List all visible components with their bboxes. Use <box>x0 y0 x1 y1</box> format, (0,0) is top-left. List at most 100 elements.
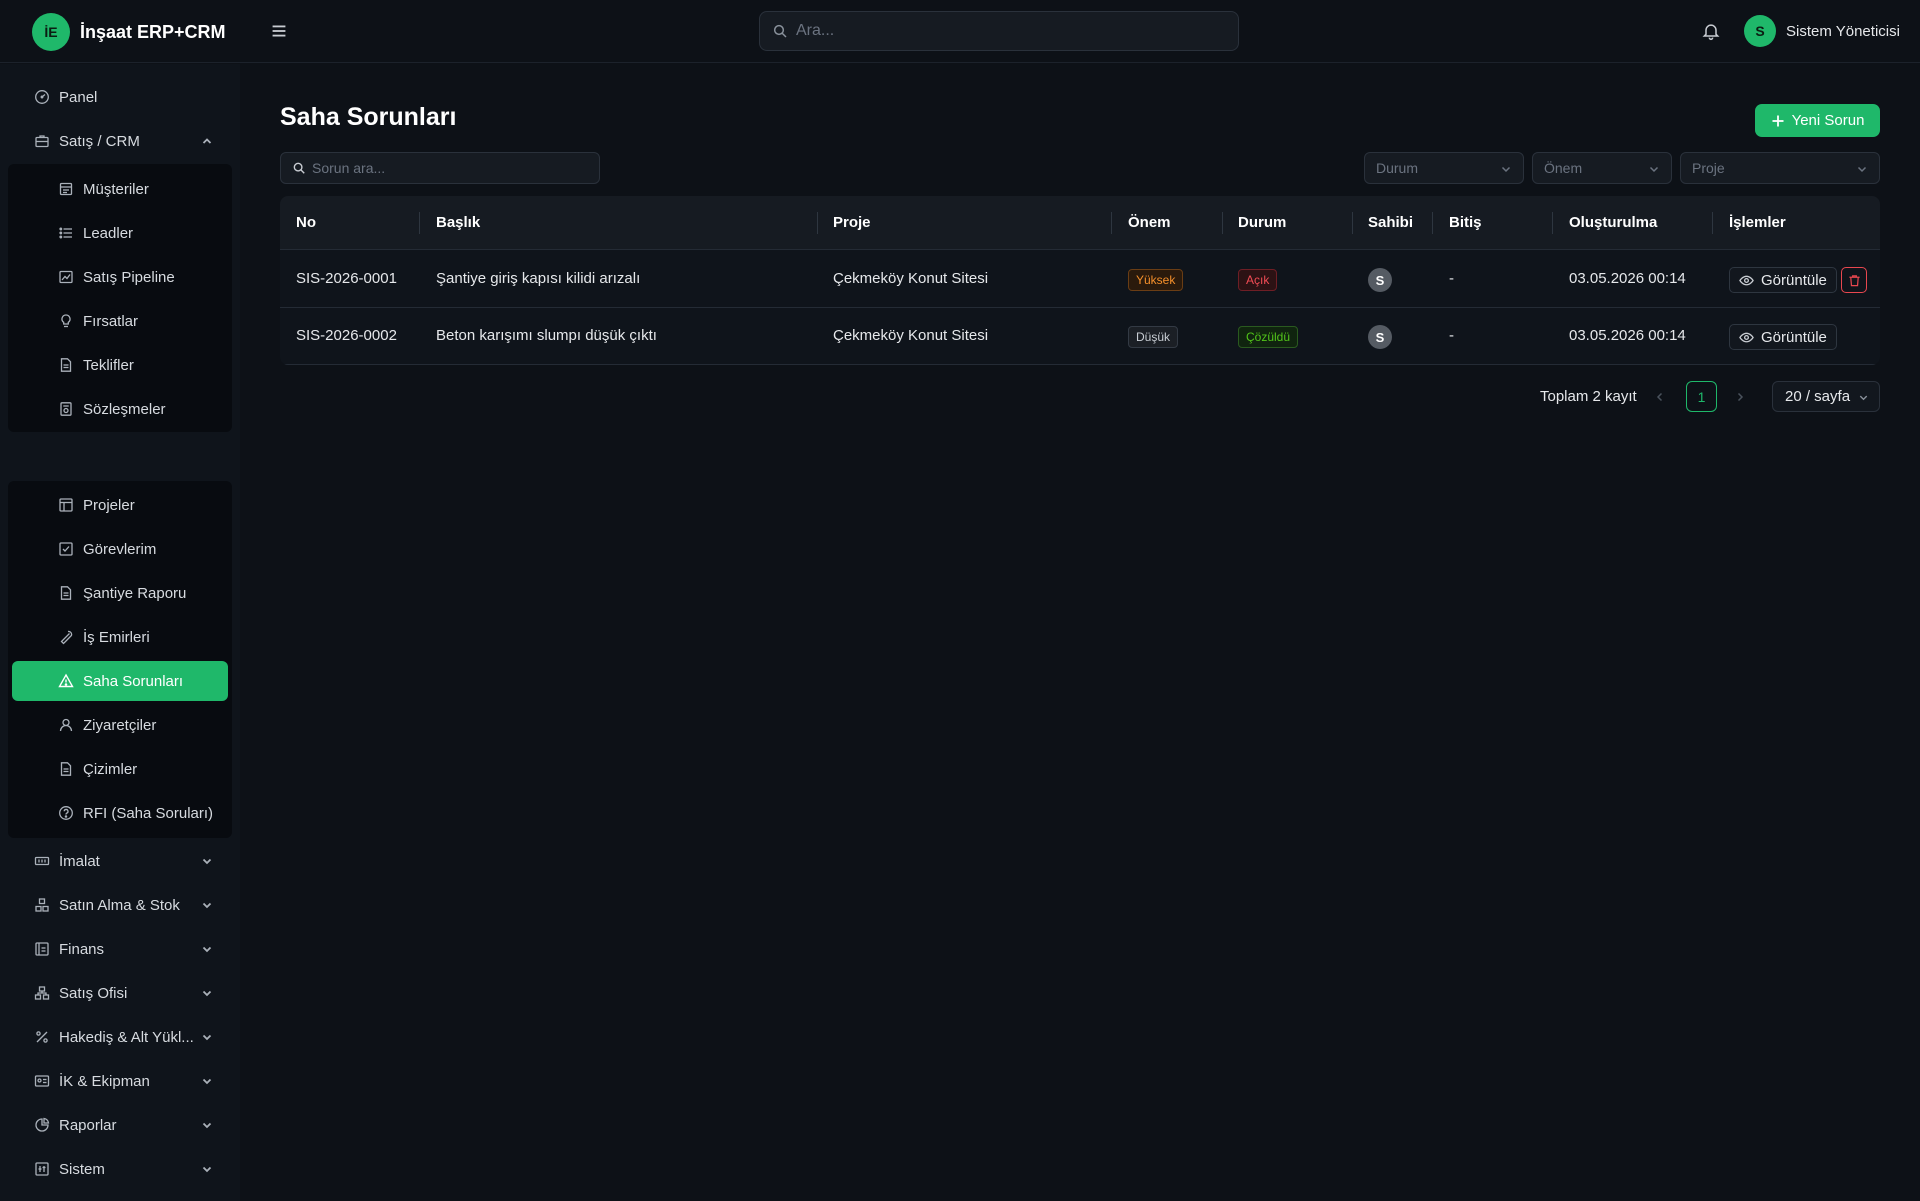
file-icon <box>58 357 74 373</box>
sidebar-item-satis-pipeline[interactable]: Satış Pipeline <box>58 257 226 297</box>
column-header[interactable]: Önem <box>1128 214 1171 231</box>
sidebar-item-firsatlar[interactable]: Fırsatlar <box>58 301 226 341</box>
sidebar-item-label: Panel <box>59 88 98 106</box>
sidebar-group-imalat[interactable]: İmalat <box>34 841 214 881</box>
sidebar-item-leadler[interactable]: Leadler <box>58 213 226 253</box>
trash-icon <box>1848 274 1860 286</box>
page-size-select[interactable]: 20 / sayfa <box>1772 381 1880 412</box>
brand-name: İnşaat ERP+CRM <box>80 21 226 42</box>
user-menu[interactable]: S Sistem Yöneticisi <box>1744 15 1900 47</box>
column-header[interactable]: Sahibi <box>1368 214 1413 231</box>
sidebar-group-label: Finans <box>59 940 105 958</box>
sidebar-item-sozlesmeler[interactable]: Sözleşmeler <box>58 389 226 429</box>
sidebar-item-teklifler[interactable]: Teklifler <box>58 345 226 385</box>
sidebar-item-ziyaretciler[interactable]: Ziyaretçiler <box>58 705 226 745</box>
issue-due-date: - <box>1449 327 1454 344</box>
column-header[interactable]: Başlık <box>436 214 480 231</box>
column-divider <box>419 212 420 234</box>
sidebar-item-cizimler[interactable]: Çizimler <box>58 749 226 789</box>
priority-filter[interactable]: Önem <box>1532 152 1672 184</box>
contract-icon <box>58 401 74 417</box>
pie-chart-icon <box>34 1117 50 1133</box>
sidebar-item-label: Şantiye Raporu <box>83 584 187 602</box>
sidebar-group-satis-ofisi[interactable]: Satış Ofisi <box>34 973 214 1013</box>
project-filter[interactable]: Proje <box>1680 152 1880 184</box>
sidebar-group-hakedis[interactable]: Hakediş & Alt Yükl... <box>34 1017 214 1057</box>
sidebar-group-raporlar[interactable]: Raporlar <box>34 1105 214 1145</box>
issue-search-input[interactable] <box>312 160 592 176</box>
issue-title: Beton karışımı slumpı düşük çıktı <box>436 327 657 344</box>
sidebar-item-rfi[interactable]: RFI (Saha Soruları) <box>58 793 226 833</box>
column-header[interactable]: Oluşturulma <box>1569 214 1657 231</box>
priority-badge: Düşük <box>1128 326 1179 348</box>
table-row[interactable]: SIS-2026-0002 Beton karışımı slumpı düşü… <box>280 308 1880 365</box>
notification-bell-icon[interactable] <box>1701 20 1721 42</box>
sidebar-item-projeler[interactable]: Projeler <box>58 485 226 525</box>
sidebar-item-label: Saha Sorunları <box>83 672 184 690</box>
avatar: S <box>1368 325 1392 349</box>
sidebar-group-ik-ekipman[interactable]: İK & Ekipman <box>34 1061 214 1101</box>
project-icon <box>58 497 74 513</box>
sidebar-item-gorevlerim[interactable]: Görevlerim <box>58 529 226 569</box>
column-header[interactable]: Proje <box>833 214 871 231</box>
table-row[interactable]: SIS-2026-0001 Şantiye giriş kapısı kilid… <box>280 251 1880 308</box>
sidebar-group-label: Raporlar <box>59 1116 117 1134</box>
sidebar-item-label: Ziyaretçiler <box>83 716 157 734</box>
column-header[interactable]: No <box>296 214 316 231</box>
checkbox-icon <box>58 541 74 557</box>
sidebar-group-label: Sistem <box>59 1160 105 1178</box>
column-divider <box>817 212 818 234</box>
issue-project: Çekmeköy Konut Sitesi <box>833 270 989 287</box>
sidebar-item-label: Sözleşmeler <box>83 400 166 418</box>
column-header[interactable]: Durum <box>1238 214 1286 231</box>
sidebar-item-is-emirleri[interactable]: İş Emirleri <box>58 617 226 657</box>
sidebar-item-panel[interactable]: Panel <box>34 77 214 117</box>
sidebar-group-sistem[interactable]: Sistem <box>34 1149 214 1189</box>
prev-page-icon[interactable] <box>1653 390 1667 404</box>
eye-icon <box>1739 275 1754 285</box>
page-title: Saha Sorunları <box>280 103 457 131</box>
chevron-down-icon <box>1648 163 1660 175</box>
sidebar-group-satin-alma[interactable]: Satın Alma & Stok <box>34 885 214 925</box>
sidebar-item-musteriler[interactable]: Müşteriler <box>58 169 226 209</box>
issue-search[interactable] <box>280 152 600 184</box>
search-icon <box>292 161 306 175</box>
next-page-icon[interactable] <box>1733 390 1747 404</box>
sidebar-item-santiye-raporu[interactable]: Şantiye Raporu <box>58 573 226 613</box>
issue-project: Çekmeköy Konut Sitesi <box>833 327 989 344</box>
sidebar-item-label: RFI (Saha Soruları) <box>83 804 214 822</box>
eye-icon <box>1739 332 1754 342</box>
sidebar-group-finans[interactable]: Finans <box>34 929 214 969</box>
sidebar-group-label: Satın Alma & Stok <box>59 896 180 914</box>
issue-number: SIS-2026-0001 <box>296 270 397 287</box>
sidebar-item-label: Fırsatlar <box>83 312 139 330</box>
chevron-down-icon <box>200 942 214 956</box>
issue-created-at: 03.05.2026 00:14 <box>1569 270 1686 287</box>
view-button[interactable]: Görüntüle <box>1729 324 1837 350</box>
chevron-down-icon <box>1500 163 1512 175</box>
dashboard-icon <box>34 89 50 105</box>
status-filter[interactable]: Durum <box>1364 152 1524 184</box>
chevron-down-icon <box>200 1074 214 1088</box>
column-header[interactable]: Bitiş <box>1449 214 1482 231</box>
user-name: Sistem Yöneticisi <box>1786 22 1900 40</box>
issue-due-date: - <box>1449 270 1454 287</box>
page-number-current[interactable]: 1 <box>1686 381 1717 412</box>
menu-toggle-icon[interactable] <box>268 20 290 42</box>
global-search-input[interactable] <box>796 22 1216 40</box>
view-button[interactable]: Görüntüle <box>1729 267 1837 293</box>
column-divider <box>1222 212 1223 234</box>
brand[interactable]: İE İnşaat ERP+CRM <box>32 13 226 51</box>
issue-created-at: 03.05.2026 00:14 <box>1569 327 1686 344</box>
column-divider <box>1352 212 1353 234</box>
sidebar-item-label: Satış Pipeline <box>83 268 175 286</box>
delete-button[interactable] <box>1841 267 1867 293</box>
global-search[interactable] <box>759 11 1239 51</box>
column-header: İşlemler <box>1729 214 1786 231</box>
sidebar-item-saha-sorunlari[interactable]: Saha Sorunları <box>58 661 226 701</box>
sidebar-group-sales[interactable]: Satış / CRM <box>34 121 214 161</box>
new-issue-button[interactable]: Yeni Sorun <box>1755 104 1880 137</box>
drawing-icon <box>58 761 74 777</box>
search-icon <box>772 23 788 39</box>
sidebar-item-label: Leadler <box>83 224 134 242</box>
